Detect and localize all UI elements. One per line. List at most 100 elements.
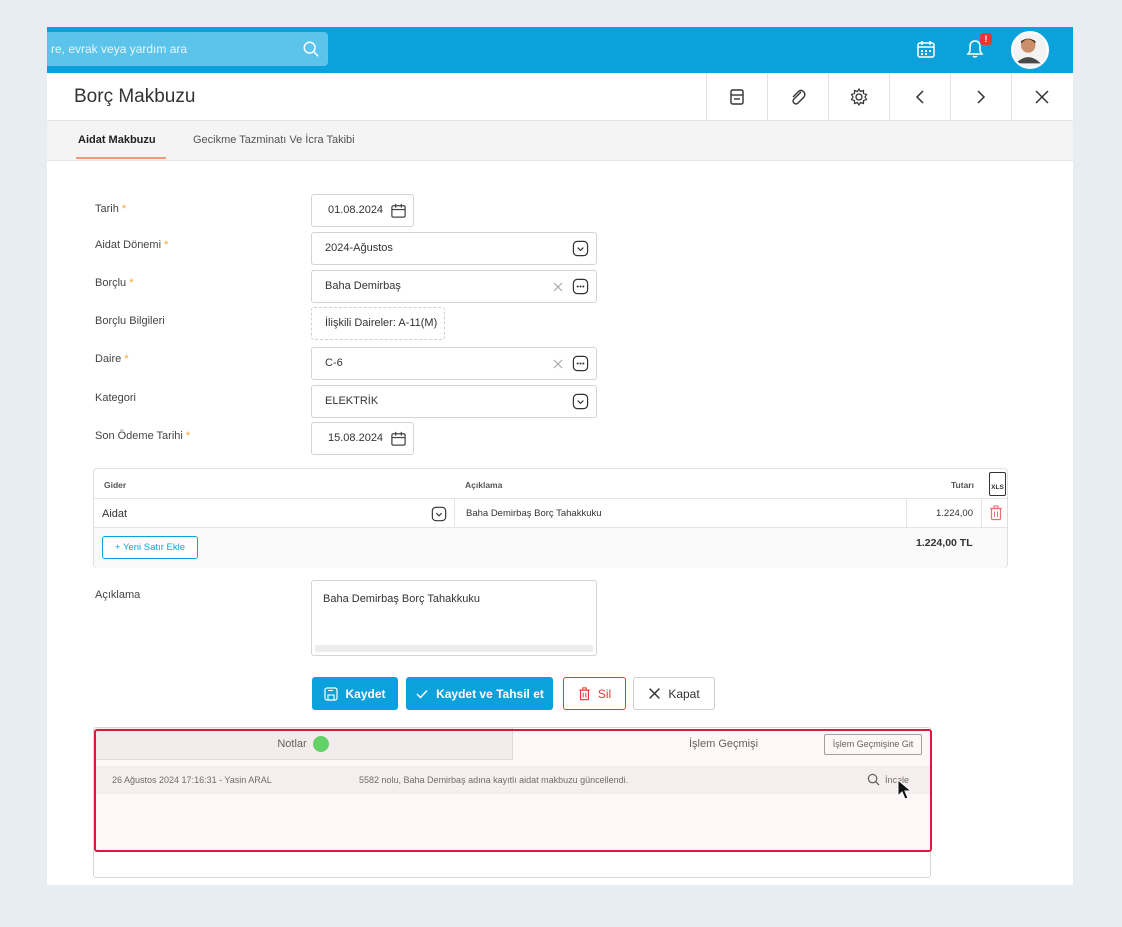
- app-window: re, evrak veya yardım ara ! Borç Makbuzu…: [47, 27, 1073, 885]
- history-row: 26 Ağustos 2024 17:16:31 - Yasin ARAL 55…: [94, 766, 930, 794]
- xls-export-button[interactable]: XLS: [989, 472, 1006, 496]
- borclu-label: Borçlu *: [95, 277, 134, 289]
- active-tab-indicator: [76, 157, 166, 159]
- delete-button[interactable]: Sil: [563, 677, 626, 710]
- chevron-down-icon[interactable]: [431, 506, 447, 522]
- cursor-icon: [897, 779, 913, 800]
- page-header: Borç Makbuzu: [47, 73, 1073, 121]
- print-button[interactable]: [706, 73, 767, 121]
- search-icon[interactable]: [867, 773, 880, 786]
- son-odeme-tarihi-field[interactable]: 15.08.2024: [311, 422, 414, 455]
- tabs-bar: Aidat Makbuzu Gecikme Tazminatı Ve İcra …: [47, 121, 1073, 161]
- avatar[interactable]: [1011, 31, 1049, 69]
- daire-value: C-6: [325, 357, 343, 369]
- close-icon: [649, 688, 661, 699]
- aidat-donemi-value: 2024-Ağustos: [325, 242, 393, 254]
- search-placeholder: re, evrak veya yardım ara: [51, 42, 188, 56]
- close-button[interactable]: [1011, 73, 1072, 121]
- kategori-label: Kategori: [95, 392, 136, 404]
- tarih-label: Tarih *: [95, 203, 127, 215]
- borclu-field[interactable]: Baha Demirbaş: [311, 270, 597, 303]
- header-aciklama: Açıklama: [465, 480, 503, 490]
- tarih-value: 01.08.2024: [328, 204, 384, 216]
- notification-badge: !: [980, 33, 992, 45]
- tab-gecikme-tazminati[interactable]: Gecikme Tazminatı Ve İcra Takibi: [193, 134, 355, 146]
- user-photo-icon: [1015, 38, 1041, 64]
- cell-tutar[interactable]: 1.224,00: [936, 508, 973, 519]
- status-dot-icon: [312, 735, 329, 752]
- notes-tabs: Notlar İşlem Geçmişi İşlem Geçmişine Git: [94, 728, 930, 760]
- kategori-select[interactable]: ELEKTRİK: [311, 385, 597, 418]
- gear-icon: [850, 87, 868, 107]
- son-odeme-tarihi-label: Son Ödeme Tarihi *: [95, 430, 191, 442]
- attachment-button[interactable]: [767, 73, 828, 121]
- tab-notlar[interactable]: Notlar: [94, 728, 513, 760]
- tarih-date-field[interactable]: 01.08.2024: [311, 194, 414, 227]
- aciklama-textarea[interactable]: Baha Demirbaş Borç Tahakkuku: [311, 580, 597, 656]
- table-row: Aidat Baha Demirbaş Borç Tahakkuku 1.224…: [94, 499, 1007, 528]
- close-form-button[interactable]: Kapat: [633, 677, 715, 710]
- history-author-date: 26 Ağustos 2024 17:16:31 - Yasin ARAL: [112, 775, 272, 785]
- borclu-bilgileri-label: Borçlu Bilgileri: [95, 315, 165, 327]
- header-gider: Gider: [104, 480, 127, 490]
- daire-label: Daire *: [95, 353, 129, 365]
- notes-history-panel: Notlar İşlem Geçmişi İşlem Geçmişine Git…: [93, 727, 931, 878]
- previous-button[interactable]: [889, 73, 950, 121]
- close-icon: [1035, 90, 1049, 104]
- chevron-right-icon: [977, 90, 986, 104]
- save-and-collect-label: Kaydet ve Tahsil et: [436, 686, 544, 701]
- clear-icon[interactable]: [552, 358, 564, 370]
- grid-header: Gider Açıklama Tutarı XLS: [94, 469, 1007, 499]
- resize-handle[interactable]: [315, 645, 593, 652]
- save-label: Kaydet: [345, 686, 386, 701]
- aidat-donemi-label: Aidat Dönemi *: [95, 239, 169, 251]
- search-icon[interactable]: [302, 40, 320, 58]
- cell-aciklama[interactable]: Baha Demirbaş Borç Tahakkuku: [466, 508, 602, 519]
- goto-history-button[interactable]: İşlem Geçmişine Git: [824, 734, 922, 755]
- calendar-icon[interactable]: [915, 38, 937, 60]
- search-input[interactable]: re, evrak veya yardım ara: [47, 32, 328, 66]
- top-bar: re, evrak veya yardım ara !: [47, 27, 1073, 73]
- grid-total: 1.224,00 TL: [916, 537, 973, 549]
- cell-gider[interactable]: Aidat: [102, 508, 127, 520]
- trash-icon: [579, 686, 590, 700]
- grid-footer: + Yeni Satır Ekle 1.224,00 TL: [94, 528, 1007, 568]
- next-button[interactable]: [950, 73, 1011, 121]
- page-title: Borç Makbuzu: [74, 86, 196, 107]
- aciklama-label: Açıklama: [95, 589, 141, 601]
- check-icon: [416, 689, 428, 699]
- more-icon[interactable]: [572, 355, 589, 372]
- tab-notlar-label: Notlar: [277, 737, 307, 750]
- expense-grid: Gider Açıklama Tutarı XLS Aidat Baha Dem…: [93, 468, 1008, 568]
- add-row-button[interactable]: + Yeni Satır Ekle: [102, 536, 198, 559]
- daire-field[interactable]: C-6: [311, 347, 597, 380]
- cell-divider: [981, 499, 982, 528]
- chevron-down-icon[interactable]: [572, 240, 589, 257]
- son-odeme-tarihi-value: 15.08.2024: [328, 432, 384, 444]
- close-form-label: Kapat: [668, 686, 700, 701]
- xls-label: XLS: [991, 484, 1004, 491]
- attachment-icon: [792, 89, 806, 105]
- aciklama-value: Baha Demirbaş Borç Tahakkuku: [323, 593, 480, 605]
- settings-button[interactable]: [828, 73, 889, 121]
- borclu-bilgileri-value: İlişkili Daireler: A-11(M): [325, 317, 438, 329]
- tab-aidat-makbuzu[interactable]: Aidat Makbuzu: [78, 134, 156, 146]
- save-and-collect-button[interactable]: Kaydet ve Tahsil et: [406, 677, 553, 710]
- chevron-left-icon: [915, 90, 924, 104]
- print-icon: [730, 89, 744, 105]
- tab-islem-gecmisi[interactable]: İşlem Geçmişi: [689, 738, 758, 750]
- calendar-icon[interactable]: [390, 430, 407, 447]
- save-icon: [324, 686, 339, 701]
- history-message: 5582 nolu, Baha Demirbaş adına kayıtlı a…: [359, 775, 629, 785]
- more-icon[interactable]: [572, 278, 589, 295]
- clear-icon[interactable]: [552, 281, 564, 293]
- trash-icon[interactable]: [989, 505, 1003, 521]
- calendar-icon[interactable]: [390, 202, 407, 219]
- header-tutar: Tutarı: [951, 480, 974, 490]
- cell-divider: [906, 499, 907, 528]
- aidat-donemi-select[interactable]: 2024-Ağustos: [311, 232, 597, 265]
- borclu-value: Baha Demirbaş: [325, 280, 401, 292]
- kategori-value: ELEKTRİK: [325, 395, 379, 407]
- chevron-down-icon[interactable]: [572, 393, 589, 410]
- save-button[interactable]: Kaydet: [312, 677, 398, 710]
